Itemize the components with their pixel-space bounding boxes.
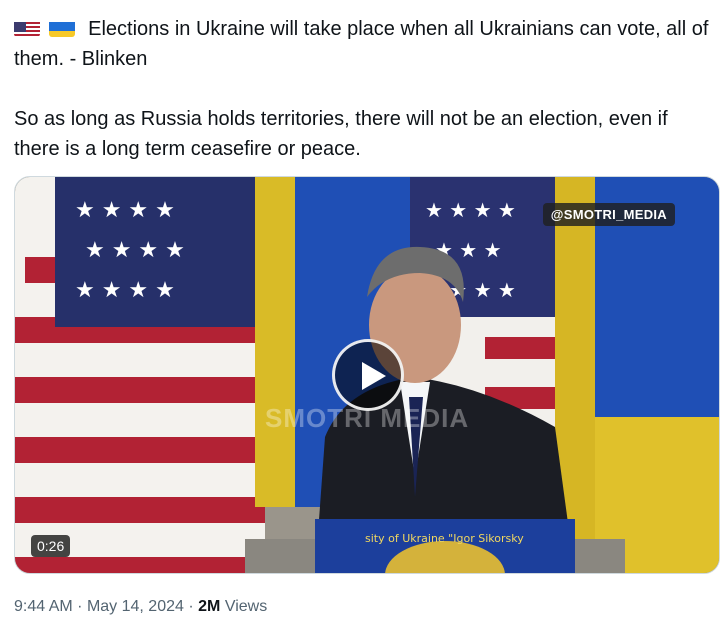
- flag-emojis: [14, 18, 83, 40]
- tweet-time: 9:44 AM: [14, 598, 73, 615]
- svg-text:★ ★ ★ ★: ★ ★ ★ ★: [75, 278, 175, 303]
- tweet: Elections in Ukraine will take place whe…: [0, 0, 720, 636]
- video-player[interactable]: ★ ★ ★ ★ ★ ★ ★ ★ ★ ★ ★ ★ ★ ★ ★ ★ ★ ★ ★ ★ …: [14, 176, 720, 574]
- tweet-text: Elections in Ukraine will take place whe…: [14, 14, 714, 164]
- svg-text:★ ★ ★ ★: ★ ★ ★ ★: [425, 198, 516, 222]
- views-count: 2M: [198, 598, 221, 615]
- separator: ·: [77, 598, 83, 615]
- separator: ·: [188, 598, 194, 615]
- ukraine-flag-icon: [48, 19, 75, 37]
- tweet-timestamp-link[interactable]: 9:44 AM · May 14, 2024: [14, 598, 184, 615]
- play-button[interactable]: [332, 339, 404, 411]
- watermark-badge: @SMOTRI_MEDIA: [542, 203, 675, 226]
- views-label: Views: [224, 598, 268, 615]
- video-duration: 0:26: [31, 535, 71, 557]
- svg-text:★ ★ ★ ★: ★ ★ ★ ★: [85, 238, 185, 263]
- svg-text:★ ★ ★ ★: ★ ★ ★ ★: [75, 198, 175, 223]
- tweet-date: May 14, 2024: [86, 598, 184, 615]
- play-icon: [362, 362, 386, 390]
- tweet-line-1: Elections in Ukraine will take place whe…: [14, 18, 709, 70]
- tweet-paragraph-1: Elections in Ukraine will take place whe…: [14, 14, 714, 74]
- podium-text: sity of Ukraine "Igor Sikorsky: [365, 532, 524, 545]
- tweet-line-2: So as long as Russia holds territories, …: [14, 108, 668, 160]
- us-flag-icon: [14, 19, 40, 37]
- tweet-meta: 9:44 AM · May 14, 2024 · 2M Views: [14, 598, 267, 616]
